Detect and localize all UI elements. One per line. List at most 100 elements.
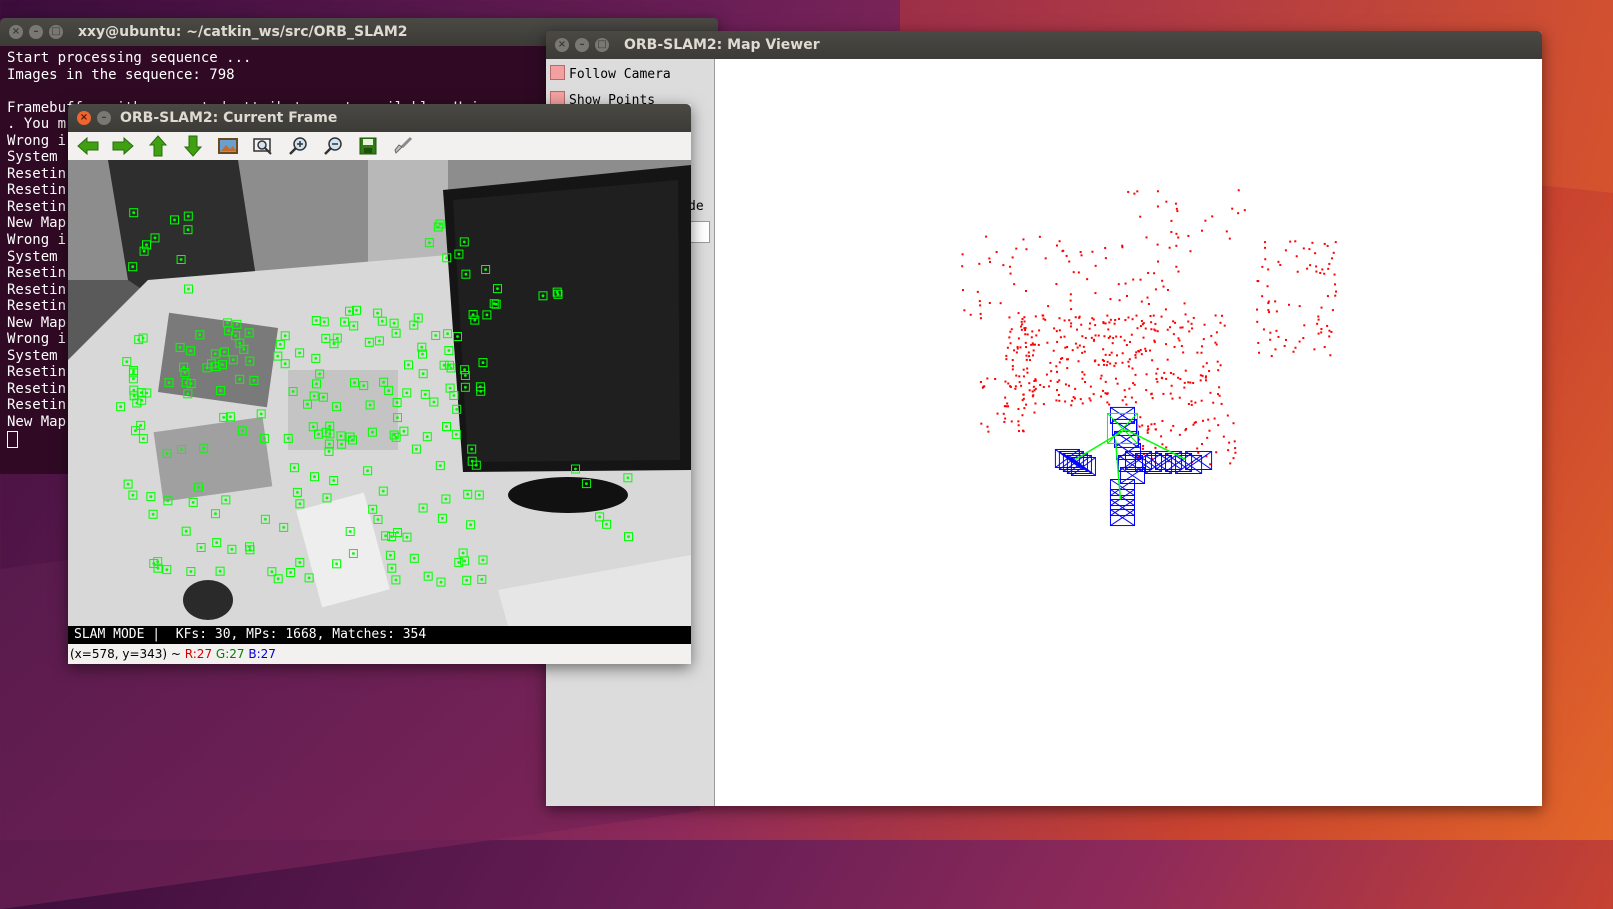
- arrow-up-icon[interactable]: [144, 135, 172, 157]
- map-point: [1187, 234, 1190, 237]
- checkbox-icon[interactable]: [550, 65, 565, 80]
- map-point: [1094, 334, 1097, 337]
- map-point: [1189, 250, 1192, 253]
- maximize-icon[interactable]: □: [595, 38, 609, 52]
- map-point: [1114, 377, 1117, 380]
- map-point: [1109, 318, 1112, 321]
- map-point: [1199, 374, 1202, 377]
- map-point: [1215, 451, 1218, 454]
- map-point: [1033, 343, 1036, 346]
- map-point: [1020, 384, 1023, 387]
- map-point: [1028, 389, 1031, 392]
- map-point: [1267, 309, 1270, 312]
- close-icon[interactable]: ×: [9, 25, 23, 39]
- map-point: [1033, 411, 1036, 414]
- map-point: [1101, 358, 1104, 361]
- map-point: [1016, 346, 1019, 349]
- map-point: [1184, 369, 1187, 372]
- map-point: [1274, 348, 1277, 351]
- map-point: [1089, 399, 1092, 402]
- map-point: [1140, 353, 1143, 356]
- map-3d-view[interactable]: [715, 59, 1542, 807]
- map-point: [1214, 314, 1217, 317]
- map-point: [1034, 315, 1037, 318]
- map-point: [983, 385, 986, 388]
- map-point: [1166, 328, 1169, 331]
- zoom-fit-icon[interactable]: [249, 135, 277, 157]
- map-point: [1317, 315, 1320, 318]
- map-point: [1018, 381, 1021, 384]
- map-point: [1134, 373, 1137, 376]
- map-point: [980, 422, 983, 425]
- minimize-icon[interactable]: –: [29, 25, 43, 39]
- map-point: [1146, 296, 1149, 299]
- camera-frame-image[interactable]: [68, 160, 691, 626]
- map-point: [1102, 363, 1105, 366]
- zoom-in-icon[interactable]: [284, 135, 312, 157]
- follow-camera-checkbox[interactable]: Follow Camera: [550, 65, 671, 85]
- map-point: [1156, 190, 1159, 193]
- map-point: [1081, 371, 1084, 374]
- map-point: [1151, 359, 1154, 362]
- map-point: [1289, 240, 1292, 243]
- map-point: [1314, 252, 1317, 255]
- map-point: [1169, 392, 1172, 395]
- map-point: [1031, 342, 1034, 345]
- zoom-out-icon[interactable]: [319, 135, 347, 157]
- map-point: [1009, 342, 1012, 345]
- close-icon[interactable]: ×: [77, 111, 91, 125]
- map-point: [1027, 351, 1030, 354]
- map-point: [1178, 433, 1181, 436]
- minimize-icon[interactable]: –: [97, 111, 111, 125]
- map-point: [1025, 248, 1028, 251]
- current-frame-titlebar[interactable]: × – ORB-SLAM2: Current Frame: [68, 104, 691, 132]
- map-point: [989, 260, 992, 263]
- map-viewer-window[interactable]: × – □ ORB-SLAM2: Map Viewer Follow Camer…: [546, 31, 1542, 806]
- map-point: [1192, 316, 1195, 319]
- map-point: [1229, 462, 1232, 465]
- map-point: [1009, 330, 1012, 333]
- map-point: [1017, 337, 1020, 340]
- maximize-icon[interactable]: □: [49, 25, 63, 39]
- map-viewer-titlebar[interactable]: × – □ ORB-SLAM2: Map Viewer: [546, 31, 1542, 59]
- keyframe-graph: [1054, 406, 1213, 527]
- map-point: [1052, 349, 1055, 352]
- map-point: [1321, 268, 1324, 271]
- map-point: [1269, 338, 1272, 341]
- map-point: [1204, 219, 1207, 222]
- image-toolbar: [68, 132, 691, 161]
- map-point: [1088, 397, 1091, 400]
- map-point: [1243, 209, 1246, 212]
- map-point: [1146, 429, 1149, 432]
- map-point: [1194, 401, 1197, 404]
- map-point: [1018, 375, 1021, 378]
- map-point: [1066, 358, 1069, 361]
- image-icon[interactable]: [214, 135, 242, 157]
- arrow-left-icon[interactable]: [74, 135, 102, 157]
- map-point: [1231, 207, 1234, 210]
- map-point: [1287, 303, 1290, 306]
- map-point: [1165, 446, 1168, 449]
- map-point: [1257, 341, 1260, 344]
- map-point: [1005, 358, 1008, 361]
- map-point: [1217, 424, 1220, 427]
- arrow-right-icon[interactable]: [109, 135, 137, 157]
- map-point: [1006, 346, 1009, 349]
- arrow-down-icon[interactable]: [179, 135, 207, 157]
- close-icon[interactable]: ×: [555, 38, 569, 52]
- current-frame-window[interactable]: × – ORB-SLAM2: Current Frame SLAM MODE |…: [68, 104, 691, 664]
- minimize-icon[interactable]: –: [575, 38, 589, 52]
- map-point: [1151, 397, 1154, 400]
- map-point: [1064, 346, 1067, 349]
- map-point: [1108, 354, 1111, 357]
- map-point: [1106, 392, 1109, 395]
- map-point: [1209, 391, 1212, 394]
- map-point: [1147, 302, 1150, 305]
- save-icon[interactable]: [354, 135, 382, 157]
- map-point: [1175, 244, 1178, 247]
- map-point: [1334, 294, 1337, 297]
- map-point: [1264, 246, 1267, 249]
- map-point: [1174, 321, 1177, 324]
- map-point: [1128, 358, 1131, 361]
- brush-icon[interactable]: [389, 135, 417, 157]
